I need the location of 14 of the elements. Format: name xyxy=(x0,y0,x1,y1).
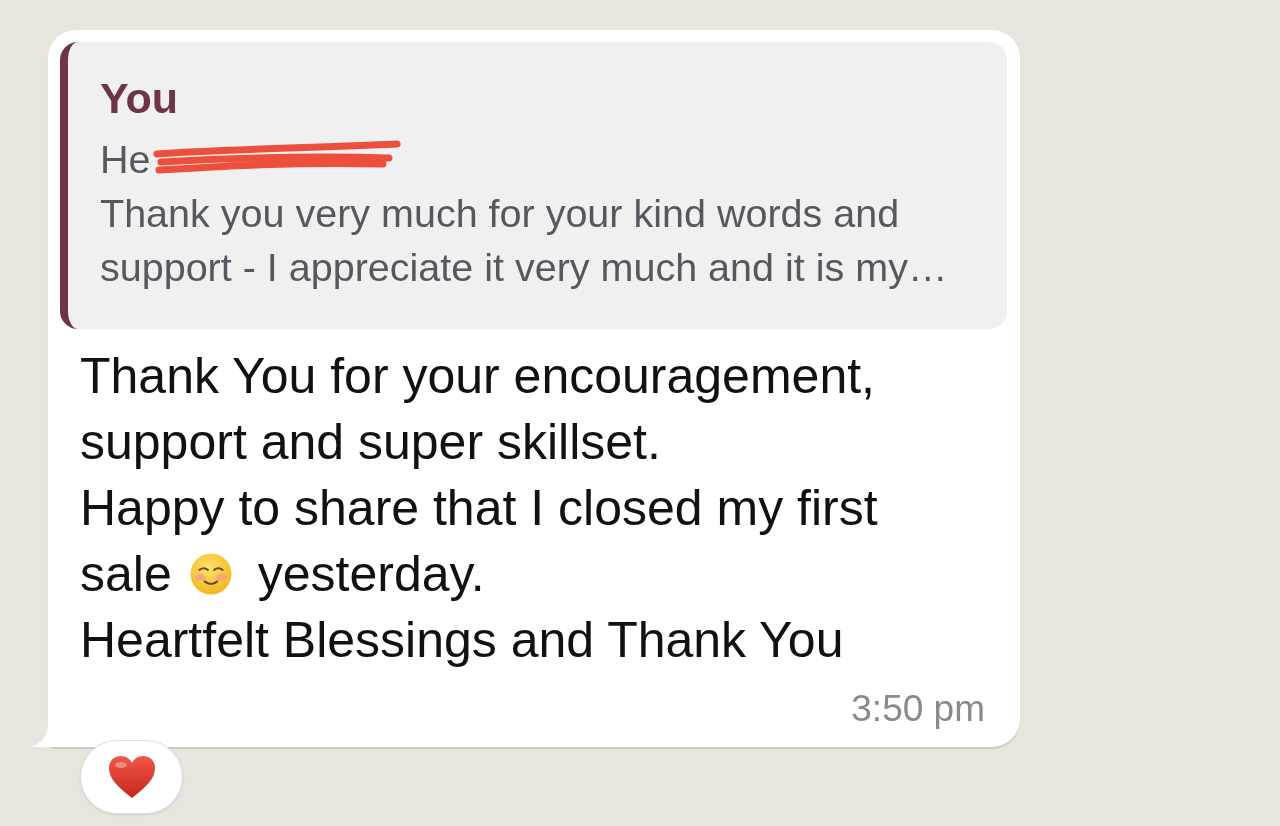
message-time: 3:50 pm xyxy=(851,687,985,731)
quoted-text: support - I appreciate it very much and it is my… xyxy=(100,244,948,291)
message-text: Happy to share that I closed my first xyxy=(80,479,878,538)
message-text: Heartfelt Blessings and Thank You xyxy=(80,611,844,670)
heart-icon xyxy=(107,755,156,799)
message-text: Thank You for your encouragement, xyxy=(80,347,875,406)
quoted-message[interactable]: You He Thank you very much for your kind words and support - I appreciate it very much and it is my… xyxy=(60,42,1007,329)
quote-sender: You xyxy=(100,76,180,120)
smiling-face-icon xyxy=(189,553,232,595)
quoted-text: Thank you very much for your kind words and xyxy=(100,190,900,237)
quoted-text: He xyxy=(100,136,151,183)
message-text: yesterday. xyxy=(257,545,485,604)
message-text: sale xyxy=(80,545,172,604)
message-text: support and super skillset. xyxy=(80,413,661,472)
